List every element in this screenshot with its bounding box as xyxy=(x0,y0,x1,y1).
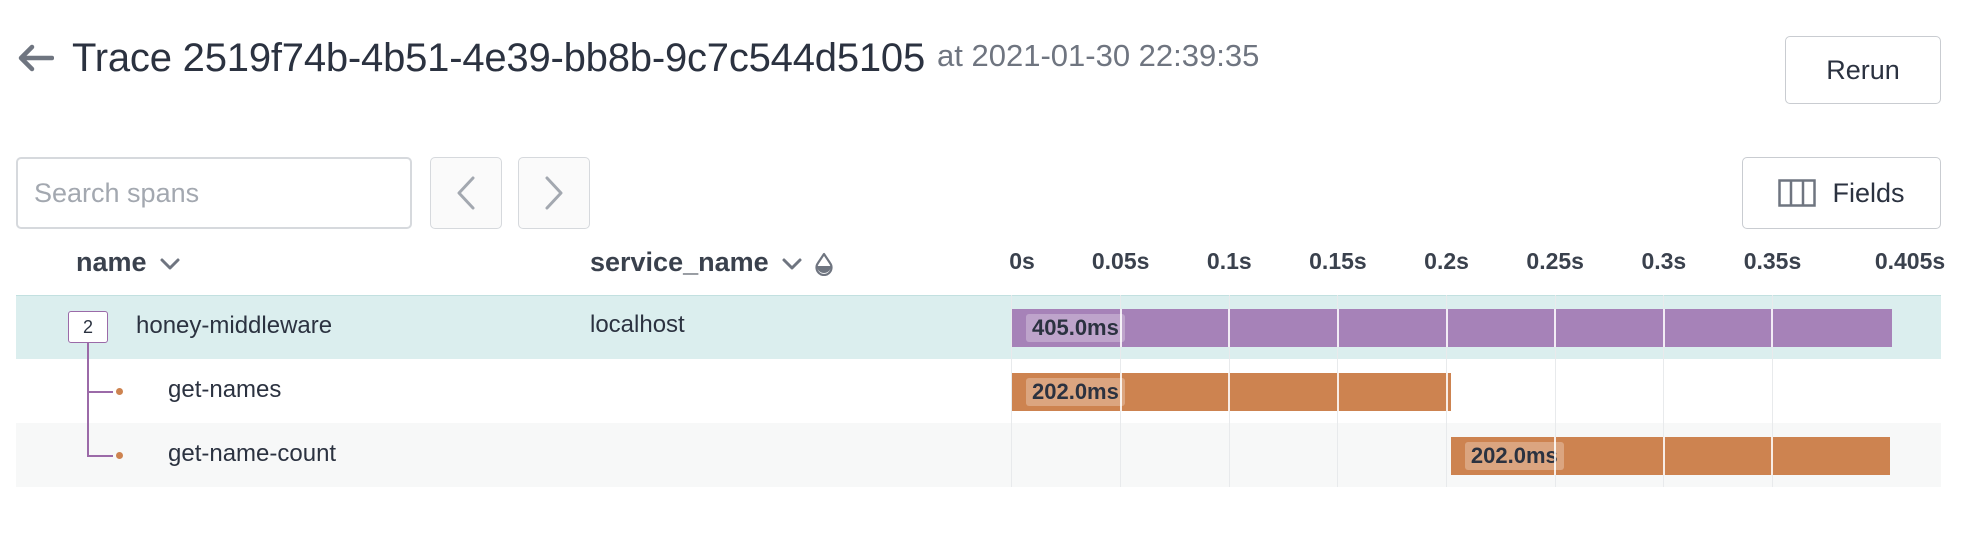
span-name: get-name-count xyxy=(168,440,337,467)
child-count-toggle[interactable]: 2 xyxy=(68,311,108,343)
name-column-label: name xyxy=(76,246,147,277)
span-duration-bar[interactable]: 202.0ms xyxy=(1450,437,1890,475)
span-dot xyxy=(116,452,123,459)
bar-gridline xyxy=(1336,373,1339,411)
search-spans-input[interactable] xyxy=(16,157,412,229)
span-duration-label: 405.0ms xyxy=(1026,314,1125,342)
bar-gridline xyxy=(1445,373,1448,411)
fields-button[interactable]: Fields xyxy=(1742,157,1941,229)
span-name: honey-middleware xyxy=(136,312,333,339)
columns-icon xyxy=(1778,179,1817,207)
span-name: get-names xyxy=(168,376,282,403)
bar-gridline xyxy=(1554,437,1557,475)
bar-gridline xyxy=(1662,437,1665,475)
name-column-header[interactable]: name xyxy=(76,243,181,281)
bar-gridline xyxy=(1119,373,1122,411)
span-duration-bar[interactable]: 405.0ms xyxy=(1012,309,1892,347)
bar-gridline xyxy=(1771,309,1774,347)
service-name-column-label: service_name xyxy=(590,246,769,277)
tree-connector-vertical xyxy=(87,343,89,456)
timeline-tick-label: 0s xyxy=(1009,248,1035,274)
timeline-tick-label: 0.3s xyxy=(1641,248,1687,274)
timeline-tick-label: 0.35s xyxy=(1743,248,1802,274)
previous-button[interactable] xyxy=(430,157,502,229)
timeline-tick-label: 0.05s xyxy=(1091,248,1150,274)
span-duration-bar[interactable]: 202.0ms xyxy=(1012,373,1451,411)
trace-timestamp: at 2021-01-30 22:39:35 xyxy=(937,38,1260,73)
span-duration-label: 202.0ms xyxy=(1026,378,1125,406)
timeline-tick-label: 0.405s xyxy=(1874,248,1946,274)
color-drop-icon[interactable] xyxy=(813,252,835,276)
timeline-tick-label: 0.25s xyxy=(1526,248,1584,274)
bar-gridline xyxy=(1228,373,1231,411)
service-name-column-header[interactable]: service_name xyxy=(590,243,835,281)
bar-gridline xyxy=(1336,309,1339,347)
span-row-get-names[interactable] xyxy=(16,359,1941,423)
tree-connector-branch xyxy=(87,391,113,393)
span-duration-label: 202.0ms xyxy=(1464,442,1564,470)
bar-gridline xyxy=(1119,309,1122,347)
rerun-button[interactable]: Rerun xyxy=(1785,36,1941,104)
bar-gridline xyxy=(1554,309,1557,347)
chevron-left-icon xyxy=(457,176,475,210)
timeline-tick-label: 0.15s xyxy=(1309,248,1367,274)
timeline-tick-label: 0.1s xyxy=(1206,248,1252,274)
next-button[interactable] xyxy=(518,157,590,229)
timeline-tick-label: 0.2s xyxy=(1424,248,1469,274)
fields-label: Fields xyxy=(1832,177,1905,208)
page-title: Trace 2519f74b-4b51-4e39-bb8b-9c7c544d51… xyxy=(72,35,926,80)
trace-header: Trace 2519f74b-4b51-4e39-bb8b-9c7c544d51… xyxy=(16,30,1259,86)
span-dot xyxy=(116,388,123,395)
bar-gridline xyxy=(1228,309,1231,347)
chevron-right-icon xyxy=(545,176,563,210)
chevron-down-icon xyxy=(782,258,802,270)
back-arrow-icon[interactable] xyxy=(16,43,54,73)
bar-gridline xyxy=(1445,309,1448,347)
bar-gridline xyxy=(1771,437,1774,475)
chevron-down-icon xyxy=(160,258,180,270)
service-name-cell: localhost xyxy=(590,311,685,338)
tree-connector-branch xyxy=(87,455,113,457)
bar-gridline xyxy=(1662,309,1665,347)
